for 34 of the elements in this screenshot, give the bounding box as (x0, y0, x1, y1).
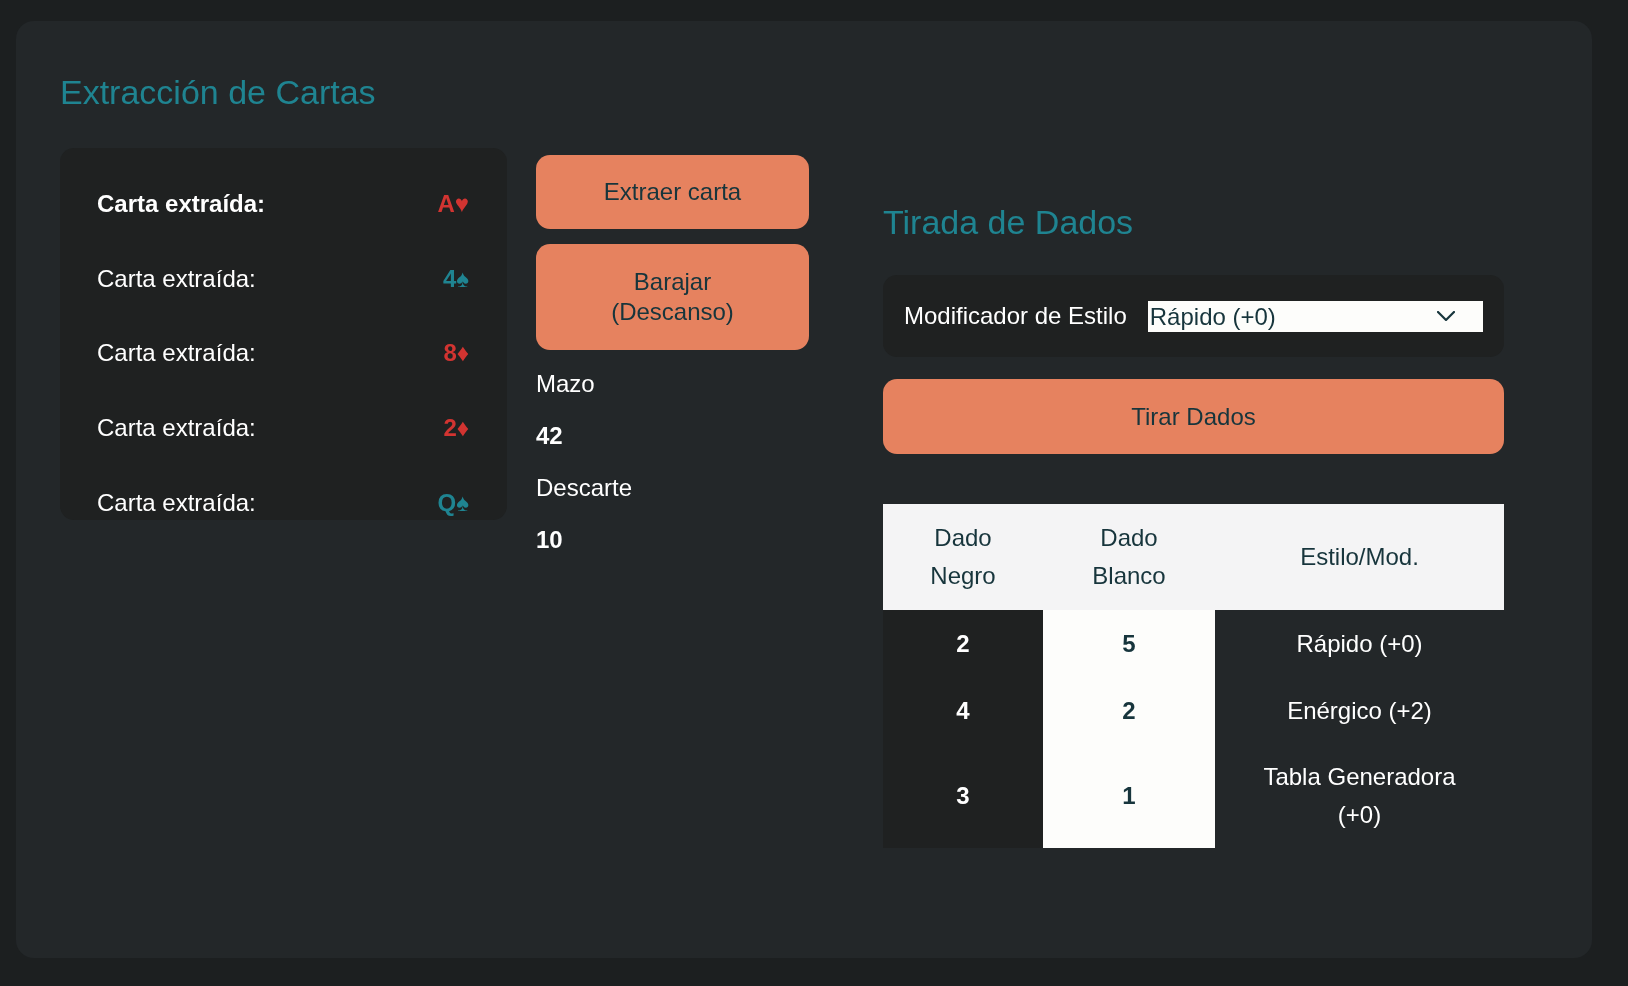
column-header: Dado Negro (883, 504, 1043, 610)
draw-card-button[interactable]: Extraer carta (536, 155, 809, 229)
table-cell: Enérgico (+2) (1215, 677, 1504, 744)
card-value: A♥ (437, 190, 469, 219)
chevron-down-icon (1437, 311, 1455, 321)
counter-label: Descarte (536, 473, 633, 503)
modifier-label: Modificador de Estilo (904, 302, 1127, 330)
counter-value: 42 (536, 421, 563, 451)
style-select[interactable]: Rápido (+0) (1147, 300, 1483, 332)
draw-label: Carta extraída: (97, 488, 256, 517)
table-cell: 4 (883, 677, 1043, 744)
counter-label: Mazo (536, 369, 595, 399)
shuffle-button[interactable]: Barajar (Descanso) (536, 244, 809, 350)
roll-dice-button[interactable]: Tirar Dados (883, 379, 1504, 454)
card-value: 8♦ (443, 339, 469, 368)
table-cell: 2 (1043, 677, 1215, 744)
table-cell: 3 (883, 744, 1043, 848)
draw-label: Carta extraída: (97, 190, 266, 219)
table-cell: 5 (1043, 610, 1215, 677)
draw-label: Carta extraída: (97, 264, 256, 293)
section-title: Tirada de Dados (883, 202, 1134, 242)
table-cell: 1 (1043, 744, 1215, 848)
table-cell: Rápido (+0) (1215, 610, 1504, 677)
counter-value: 10 (536, 525, 563, 555)
draw-label: Carta extraída: (97, 339, 256, 368)
column-header: Dado Blanco (1043, 504, 1215, 610)
draw-label: Carta extraída: (97, 414, 256, 443)
column-header: Estilo/Mod. (1215, 504, 1504, 610)
section-title: Extracción de Cartas (60, 72, 376, 112)
card-value: Q♠ (437, 488, 469, 517)
table-cell: 2 (883, 610, 1043, 677)
card-value: 4♠ (442, 264, 469, 293)
table-cell: Tabla Generadora (+0) (1215, 744, 1504, 848)
card-value: 2♦ (443, 414, 469, 443)
